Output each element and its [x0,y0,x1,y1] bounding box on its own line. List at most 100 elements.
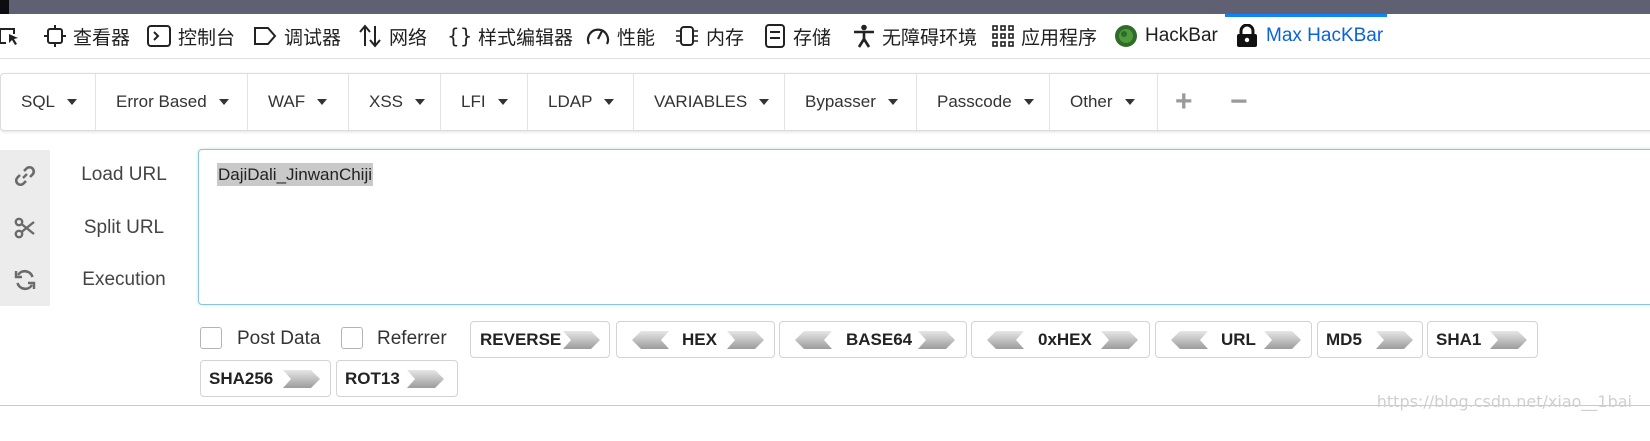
caret-down-icon [604,99,615,105]
performance-icon [586,28,610,45]
menu-xss[interactable]: XSS [349,74,441,130]
arrow-right-icon [283,370,320,388]
menu-sql[interactable]: SQL [1,74,96,130]
execution-icon-button[interactable] [0,254,50,306]
encoder-label: SHA1 [1436,330,1482,349]
tab-label: 性能 [617,27,656,49]
caret-down-icon [887,99,898,105]
execution-button[interactable]: Execution [58,269,190,291]
tab-inspector[interactable]: 查看器 [44,14,130,58]
window-top-strip [0,0,1650,14]
arrow-left-icon [632,331,669,349]
md5-button[interactable]: MD5 [1317,321,1423,358]
lock-icon [1237,24,1257,47]
tab-label: 应用程序 [1021,27,1098,49]
hex-button[interactable]: HEX [616,321,775,358]
arrow-left-icon [1171,331,1208,349]
referrer-label[interactable]: Referrer [377,328,447,350]
arrow-left-icon [987,331,1024,349]
encoder-label: 0xHEX [1038,330,1092,349]
svg-text:{}: {} [447,24,471,48]
arrow-right-icon [1376,331,1413,349]
menu-other[interactable]: Other [1050,74,1158,130]
url-textarea[interactable]: DajiDali_JinwanChiji [198,149,1650,305]
caret-down-icon [759,99,770,105]
menu-label: SQL [21,92,56,111]
reverse-button[interactable]: REVERSE [470,321,610,358]
url-encode-button[interactable]: URL [1155,321,1312,358]
split-url-icon-button[interactable] [0,202,50,254]
menu-label: LDAP [548,92,593,111]
url-value: DajiDali_JinwanChiji [217,163,374,186]
menu-label: XSS [369,92,404,111]
load-url-button[interactable]: Load URL [58,164,190,186]
menu-label: VARIABLES [654,92,748,111]
add-button[interactable]: + [1175,74,1193,130]
menu-error-based[interactable]: Error Based [96,74,248,130]
sha1-button[interactable]: SHA1 [1427,321,1538,358]
menu-ldap[interactable]: LDAP [528,74,634,130]
tab-label: 无障碍环境 [882,27,978,49]
caret-down-icon [1124,99,1135,105]
tab-style-editor[interactable]: {} 样式编辑器 [447,14,573,58]
menu-label: Error Based [116,92,207,111]
encoder-label: BASE64 [846,330,913,349]
tab-application[interactable]: 应用程序 [992,14,1097,58]
tab-storage[interactable]: 存储 [764,14,831,58]
tab-accessibility[interactable]: 无障碍环境 [853,14,977,58]
element-picker-button[interactable] [0,14,27,58]
caret-down-icon [415,99,426,105]
0xhex-button[interactable]: 0xHEX [971,321,1150,358]
menu-waf[interactable]: WAF [248,74,349,130]
tab-network[interactable]: 网络 [358,14,427,58]
watermark-text: https://blog.csdn.net/xiao__1bai [1376,392,1632,411]
encoder-label: HEX [682,330,717,349]
encoder-label: MD5 [1326,330,1362,349]
arrow-right-icon [407,370,444,388]
rot13-button[interactable]: ROT13 [336,360,458,397]
tab-hackbar[interactable]: HackBar [1114,14,1218,58]
post-data-checkbox[interactable] [200,327,222,349]
load-url-icon-button[interactable] [0,150,50,202]
tab-max-hackbar[interactable]: Max HacKBar [1225,14,1387,58]
encoder-label: ROT13 [345,369,400,388]
tab-label: 查看器 [73,27,131,49]
refresh-icon [14,269,36,291]
menu-label: Passcode [937,92,1012,111]
menu-variables[interactable]: VARIABLES [634,74,785,130]
inspector-icon [44,25,66,47]
encoder-label: SHA256 [209,369,274,388]
devtools-tab-bar: 查看器 控制台 调试器 网络 {} 样式编辑器 性能 内存 存储 无障碍环境 应… [0,14,1650,59]
split-url-button[interactable]: Split URL [58,217,190,239]
tab-label: HackBar [1145,25,1218,46]
application-icon [992,25,1014,47]
tab-performance[interactable]: 性能 [586,14,655,58]
sha256-button[interactable]: SHA256 [200,360,331,397]
post-data-label[interactable]: Post Data [237,328,320,350]
action-icon-column [0,150,50,306]
menu-lfi[interactable]: LFI [441,74,528,130]
tab-memory[interactable]: 内存 [675,14,744,58]
arrow-right-icon [727,331,764,349]
caret-down-icon [317,99,328,105]
tab-label: Max HacKBar [1266,25,1384,46]
tab-label: 网络 [389,27,428,49]
arrow-right-icon [563,331,600,349]
menu-passcode[interactable]: Passcode [917,74,1050,130]
link-icon [14,165,36,187]
remove-button[interactable]: − [1230,74,1248,130]
pick-element-icon [0,28,18,45]
referrer-checkbox[interactable] [341,327,363,349]
arrow-left-icon [795,331,832,349]
style-editor-icon: {} [447,24,471,48]
base64-button[interactable]: BASE64 [779,321,967,358]
menu-label: Other [1070,92,1113,111]
scissors-icon [14,217,35,239]
menu-bypasser[interactable]: Bypasser [785,74,917,130]
tab-debugger[interactable]: 调试器 [253,14,341,58]
storage-icon [765,24,785,48]
tab-console[interactable]: 控制台 [147,14,235,58]
caret-down-icon [1023,99,1034,105]
arrow-right-icon [1490,331,1527,349]
console-icon [147,25,171,47]
